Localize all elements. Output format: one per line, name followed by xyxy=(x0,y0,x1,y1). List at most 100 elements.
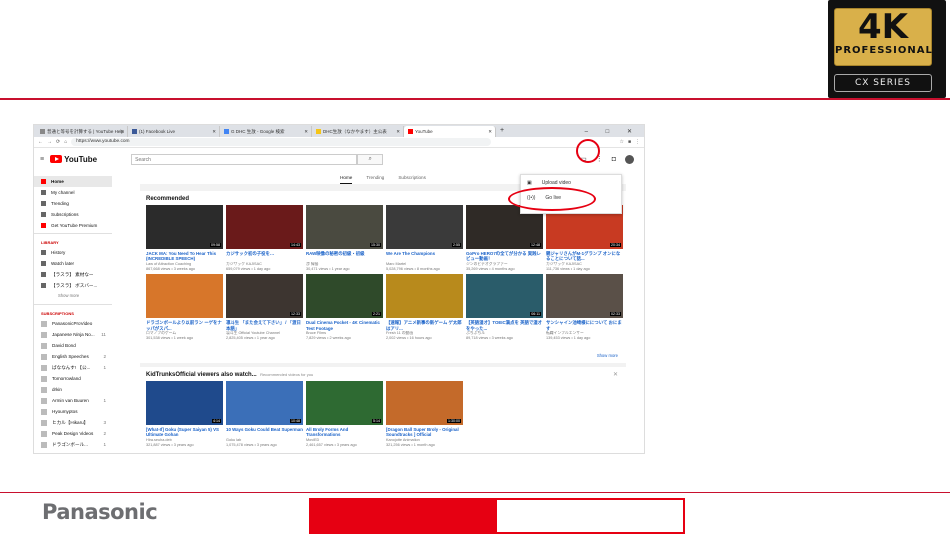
sidebar-item-subscription[interactable]: Peak Design Videos 2 xyxy=(34,428,112,439)
forward-icon[interactable]: → xyxy=(47,139,52,145)
avatar[interactable] xyxy=(625,154,634,164)
video-title[interactable]: All Broly Forms And Transformations xyxy=(306,427,383,438)
show-more-link[interactable]: Show more xyxy=(597,353,618,358)
extension-icon[interactable]: ■ xyxy=(628,139,631,145)
video-card[interactable]: 14:43 カジサック初の子役を… カジサック KAJISAC 659,079 vie… xyxy=(226,205,303,271)
sidebar-item-subscriptions[interactable]: Subscriptions xyxy=(34,209,112,220)
new-tab-button[interactable]: + xyxy=(496,126,508,137)
video-thumbnail[interactable]: 02:33 xyxy=(546,274,623,319)
video-thumbnail[interactable]: 5:14 xyxy=(306,381,383,425)
sidebar-item-history[interactable]: History xyxy=(34,247,112,258)
video-thumbnail[interactable]: 4:14 xyxy=(146,381,223,425)
search-input[interactable]: Search xyxy=(131,153,358,165)
video-card[interactable]: ドラゴンボールより以前ラン ーゲをナッパがスパ... ロマノフのゲーム 301,53… xyxy=(146,274,223,340)
sidebar-item-trending[interactable]: Trending xyxy=(34,198,112,209)
youtube-logo[interactable]: YouTube xyxy=(50,155,97,164)
video-thumbnail[interactable]: 14:43 xyxy=(226,205,303,249)
video-title[interactable]: [What-If] Goku (Super Saiyan 5) VS Ultim… xyxy=(146,427,223,438)
video-card[interactable]: 2:55 We Are The Champions Marc Martel 5,028… xyxy=(386,205,463,271)
close-icon[interactable]: ✕ xyxy=(120,129,124,135)
star-icon[interactable]: ☆ xyxy=(619,139,623,145)
tab-home[interactable]: Home xyxy=(340,175,353,184)
video-title[interactable]: 10 Ways Goku Could Beat Superman xyxy=(226,427,303,438)
video-thumbnail[interactable]: 09:58 xyxy=(146,205,223,249)
sidebar-item-subscription[interactable]: English Speeches 2 xyxy=(34,351,112,362)
menu-icon[interactable]: ⋮ xyxy=(635,139,640,145)
url-field[interactable]: https://www.youtube.com xyxy=(71,138,492,146)
reload-icon[interactable]: ⟳ xyxy=(56,139,60,145)
close-icon[interactable]: ✕ xyxy=(613,371,618,378)
browser-tab[interactable]: G DHC 生放 - Google 検索 ✕ xyxy=(220,126,312,137)
sidebar-item-subscription[interactable]: drkin xyxy=(34,384,112,395)
sidebar-item-subscription[interactable]: Griffin.ck xyxy=(34,450,112,453)
video-card[interactable]: 【速報】アニメ新事の新ゲーム ゲ太郎 はアリ... Fresh 11 の動画 2,0… xyxy=(386,274,463,340)
video-title[interactable]: Dual Cinema Pocket - 4K Cinematic Test F… xyxy=(306,320,383,331)
video-title[interactable]: We Are The Champions xyxy=(386,251,463,262)
close-icon[interactable]: ✕ xyxy=(304,129,308,135)
browser-tab[interactable]: DHC生放（なかやます）主公表 ✕ xyxy=(312,126,404,137)
tab-subscriptions[interactable]: Subscriptions xyxy=(398,175,426,184)
video-card[interactable]: 06:11 【英語漫才】TOEIC満点を 英語で漫才をやった... ぷちぷちル 89,… xyxy=(466,274,543,340)
video-title[interactable]: RAW映像の秘密の初級・初級 xyxy=(306,251,383,262)
video-card[interactable]: 15:30 RAW映像の秘密の初級・初級渉 緑島 30,471 views • 1 … xyxy=(306,205,383,271)
sidebar-item-subscription[interactable]: PanasonicProVideo xyxy=(34,318,112,329)
video-title[interactable]: サンシャイン池崎様にについて おにます xyxy=(546,320,623,331)
sidebar-item-subscription[interactable]: ばななんす! 【公... 1 xyxy=(34,362,112,373)
video-title[interactable]: GoPro HERO7の全てが分かる 実践レビュー動画！ xyxy=(466,251,543,262)
sidebar-item-home[interactable]: Home xyxy=(34,176,112,187)
hamburger-menu-icon[interactable]: ≡ xyxy=(40,156,44,163)
video-title[interactable]: 【速報】アニメ新事の新ゲーム ゲ太郎 はアリ... xyxy=(386,320,463,331)
video-thumbnail[interactable]: 2:21 xyxy=(306,274,383,319)
sidebar-item-subscription[interactable]: Japanese Ninja No... 11 xyxy=(34,329,112,340)
video-card[interactable]: 5:14 All Broly Forms And Transformations M… xyxy=(306,381,383,447)
tab-trending[interactable]: Trending xyxy=(366,175,384,184)
home-icon[interactable]: ⌂ xyxy=(64,139,67,145)
video-thumbnail[interactable]: 1:30:00 xyxy=(386,381,463,425)
close-icon[interactable]: ✕ xyxy=(488,129,492,135)
notifications-bell-icon[interactable]: ◘ xyxy=(612,156,616,163)
video-card[interactable]: 2:21 Dual Cinema Pocket - 4K Cinematic Te… xyxy=(306,274,383,340)
video-title[interactable]: [Dragon Ball Super Broly - Original Soun… xyxy=(386,427,463,438)
sidebar-item-subscription[interactable]: ヒカル【Hikaru】 3 xyxy=(34,417,112,428)
video-thumbnail[interactable] xyxy=(386,274,463,319)
browser-tab[interactable]: 普通と等号を計算する | YouTube Help ✕ xyxy=(36,126,128,137)
video-thumbnail[interactable]: 2:55 xyxy=(386,205,463,249)
sidebar-item-playlist[interactable]: 【ラスラ】 素材なー xyxy=(34,269,112,280)
video-thumbnail[interactable]: 12:33 xyxy=(226,274,303,319)
show-more-link[interactable]: Show more xyxy=(34,291,112,302)
sidebar-item-subscription[interactable]: David Bond xyxy=(34,340,112,351)
sidebar-item-premium[interactable]: Get YouTube Premium xyxy=(34,220,112,231)
video-thumbnail[interactable]: 10:48 xyxy=(226,381,303,425)
sidebar-item-subscription[interactable]: Tomorrowland xyxy=(34,373,112,384)
search-button[interactable]: ⌕ xyxy=(357,153,384,165)
video-title[interactable]: ドラゴンボールより以前ラン ーゲをナッパがスパ... xyxy=(146,320,223,331)
video-card[interactable]: 12:33 凛斗生 「また会えて下さい」 / 「渡日本語」 凛斗生 Official… xyxy=(226,274,303,340)
video-title[interactable]: カジサック初の子役を… xyxy=(226,251,303,262)
close-icon[interactable]: ✕ xyxy=(212,129,216,135)
sidebar-item-my-channel[interactable]: My channel xyxy=(34,187,112,198)
close-icon[interactable]: ✕ xyxy=(396,129,400,135)
sidebar-item-watch-later[interactable]: Watch later xyxy=(34,258,112,269)
video-card[interactable]: 09:58 JACK MA: You Need To Hear This (INC… xyxy=(146,205,223,271)
video-card[interactable]: 4:14 [What-If] Goku (Super Saiyan 5) VS U… xyxy=(146,381,223,447)
back-icon[interactable]: ← xyxy=(38,139,43,145)
sidebar-item-subscription[interactable]: ドラゴンボール... 1 xyxy=(34,439,112,450)
video-title[interactable]: 凛斗生 「また会えて下さい」 / 「渡日本語」 xyxy=(226,320,303,331)
video-card[interactable]: 12:48 GoPro HERO7の全てが分かる 実践レビュー動画！ ジンのビデオグ… xyxy=(466,205,543,271)
browser-tab[interactable]: (1) Facebook Live ✕ xyxy=(128,126,220,137)
video-card[interactable]: 10:48 10 Ways Goku Could Beat Superman Gok… xyxy=(226,381,303,447)
browser-tab-active[interactable]: YouTube ✕ xyxy=(404,126,496,137)
video-thumbnail[interactable]: 15:30 xyxy=(306,205,383,249)
video-card[interactable]: 20:34 親ジャリさんがM-1グランプ オンになることについて話... カジサック… xyxy=(546,205,623,271)
video-title[interactable]: 【英語漫才】TOEIC満点を 英語で漫才をやった... xyxy=(466,320,543,331)
sidebar-item-subscription[interactable]: Hyoumyptos xyxy=(34,406,112,417)
video-thumbnail[interactable]: 06:11 xyxy=(466,274,543,319)
video-card[interactable]: 1:30:00 [Dragon Ball Super Broly - Origin… xyxy=(386,381,463,447)
video-title[interactable]: JACK MA: You Need To Hear This (INCREDIB… xyxy=(146,251,223,262)
video-card[interactable]: 02:33 サンシャイン池崎様にについて おにます 転職インフルエンサー 139,45… xyxy=(546,274,623,340)
sidebar-item-subscription[interactable]: Armin van Buuren 1 xyxy=(34,395,112,406)
window-controls[interactable]: – □ ✕ xyxy=(581,128,644,137)
video-title[interactable]: 親ジャリさんがM-1グランプ オンになることについて話... xyxy=(546,251,623,262)
video-thumbnail[interactable] xyxy=(146,274,223,319)
sidebar-item-playlist[interactable]: 【ラスラ】 ボスバー... xyxy=(34,280,112,291)
